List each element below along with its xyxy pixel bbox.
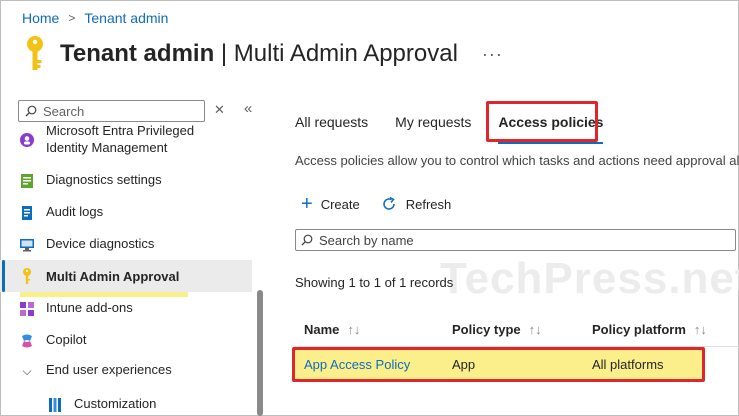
diagnostics-icon [18,172,36,190]
column-header-policy-platform[interactable]: Policy platform ↑↓ [592,322,707,337]
page-title-bold: Tenant admin [60,40,215,67]
page-header: Tenant admin | Multi Admin Approval ··· [22,34,503,74]
sidebar-item-label: Audit logs [46,204,104,219]
watermark: TechPress.net [440,254,739,303]
sort-icon[interactable]: ↑↓ [347,322,360,337]
sort-icon[interactable]: ↑↓ [694,322,707,337]
column-header-label: Name [304,322,340,337]
page-title-subtitle: | Multi Admin Approval [220,40,458,67]
sidebar-nav: Microsoft Entra Privileged Identity Mana… [0,124,252,416]
copilot-icon [18,332,36,350]
sidebar-item-diagnostics-settings[interactable]: Diagnostics settings [18,172,252,190]
sidebar-search-input[interactable] [43,103,193,119]
search-icon [25,105,37,117]
table-header: Name ↑↓ Policy type ↑↓ Policy platform ↑… [295,313,739,347]
create-button[interactable]: + Create [301,194,360,214]
sidebar-item-label: Device diagnostics [46,236,155,251]
breadcrumb-home-link[interactable]: Home [22,10,59,26]
sidebar-item-intune-add-ons[interactable]: Intune add-ons [18,300,252,318]
tab-all-requests[interactable]: All requests [295,104,368,140]
refresh-button-label: Refresh [405,196,452,212]
sidebar-item-label: Diagnostics settings [46,172,162,187]
column-header-label: Policy platform [592,322,686,337]
sidebar-item-label: Intune add-ons [46,300,133,315]
policy-search-input[interactable] [319,232,719,248]
policy-search[interactable] [295,229,736,251]
create-button-label: Create [320,196,360,212]
plus-icon: + [301,193,313,215]
refresh-icon [382,196,395,210]
sidebar-item-label: Customization [74,396,157,411]
column-header-policy-type[interactable]: Policy type ↑↓ [452,322,542,337]
page-title: Tenant admin | Multi Admin Approval [60,40,458,68]
page-description: Access policies allow you to control whi… [295,153,739,168]
sidebar-item-label: Multi Admin Approval [46,268,180,284]
sidebar-scrollbar-thumb[interactable] [257,290,263,416]
refresh-button[interactable]: Refresh [380,195,452,213]
annotation-box-tab [486,101,598,142]
sidebar-item-multi-admin-approval[interactable]: Multi Admin Approval [0,260,252,292]
clear-search-icon[interactable]: ✕ [214,102,225,118]
sidebar-item-audit-logs[interactable]: Audit logs [18,204,252,222]
sidebar-item-label: End user experiences [46,362,172,377]
breadcrumb-current-link[interactable]: Tenant admin [84,10,168,26]
sidebar-item-label: Microsoft Entra Privileged Identity Mana… [46,124,195,155]
sort-icon[interactable]: ↑↓ [529,322,542,337]
column-header-name[interactable]: Name ↑↓ [304,322,360,337]
sidebar-group-end-user-experiences[interactable]: ⌵ End user experiences [18,362,252,380]
key-icon [18,267,36,285]
key-icon [27,36,43,70]
search-icon [301,234,313,246]
audit-logs-icon [18,204,36,222]
command-bar: + Create Refresh [301,194,471,214]
sidebar-item-copilot[interactable]: Copilot [18,332,252,350]
add-ons-icon [18,300,36,318]
sidebar-item-privileged-identity[interactable]: Microsoft Entra Privileged Identity Mana… [18,124,252,156]
tab-my-requests[interactable]: My requests [395,104,471,140]
sidebar-search[interactable] [18,100,205,122]
sidebar-item-label: Copilot [46,332,87,347]
sidebar-item-device-diagnostics[interactable]: Device diagnostics [18,236,252,254]
breadcrumb-separator-icon: > [68,11,76,25]
annotation-box-row [292,347,705,382]
customization-icon [46,396,64,414]
chevron-down-icon: ⌵ [22,363,32,378]
device-diagnostics-icon [18,236,36,254]
records-count: Showing 1 to 1 of 1 records [295,275,454,290]
collapse-sidebar-icon[interactable]: « [244,100,252,117]
breadcrumb: Home > Tenant admin [22,10,168,26]
privileged-identity-icon [18,131,36,149]
sidebar-item-customization[interactable]: Customization [46,396,252,414]
more-options-icon[interactable]: ··· [482,44,503,65]
column-header-label: Policy type [452,322,521,337]
